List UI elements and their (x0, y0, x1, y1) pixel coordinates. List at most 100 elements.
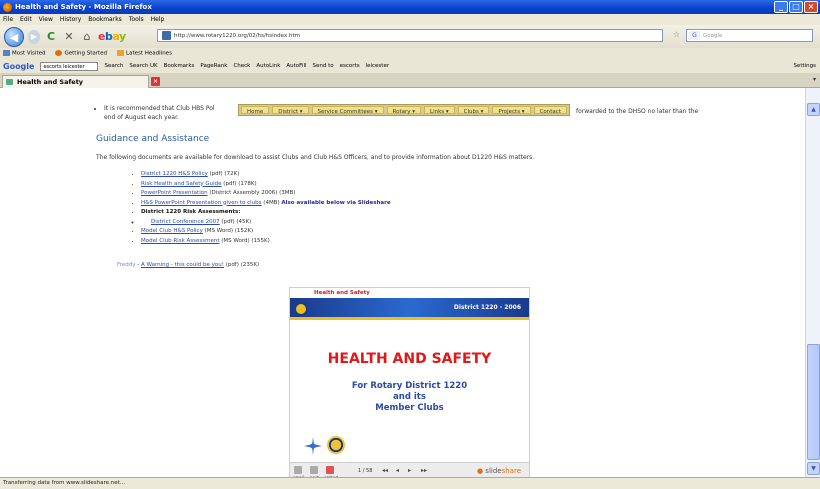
google-search-engine-icon[interactable]: G (689, 31, 700, 40)
bookmarks-toolbar: Most Visited Getting Started Latest Head… (0, 48, 820, 59)
gt-term-escorts[interactable]: escorts (340, 63, 360, 69)
back-button[interactable]: ◀ (4, 26, 24, 47)
gt-autolink[interactable]: AutoLink (256, 63, 280, 69)
list-item: Model Club Risk Assessment (MS Word) (15… (141, 237, 391, 247)
prev-slide-button[interactable]: ◂ (396, 467, 399, 474)
nav-rotary[interactable]: Rotary ▾ (386, 106, 421, 115)
minimize-button[interactable]: _ (774, 1, 788, 13)
bookmark-star-icon[interactable]: ☆ (673, 30, 680, 39)
gt-term-leicester[interactable]: leicester (366, 63, 390, 69)
gt-search[interactable]: Search (104, 63, 123, 69)
nav-contact[interactable]: Contact (533, 106, 567, 115)
doc-link[interactable]: Risk Health and Safety Guide (141, 181, 222, 187)
next-slide-button[interactable]: ▸ (408, 467, 411, 474)
gt-send-to[interactable]: Send to (313, 63, 334, 69)
gt-search-uk[interactable]: Search UK (129, 63, 157, 69)
tab-bar: Health and Safety × ▾ (0, 73, 820, 88)
slide-header: Health and Safety (290, 288, 529, 298)
sub-list-item: District Conference 2007 (pdf) (45K) (141, 218, 391, 228)
tab-favicon-icon (6, 79, 13, 85)
email-icon[interactable] (294, 466, 302, 474)
bookmark-getting-started[interactable]: Getting Started (55, 50, 107, 57)
nav-district[interactable]: District ▾ (272, 106, 309, 115)
google-toolbar-search[interactable]: escorts leicester (40, 61, 99, 71)
list-item: District 1220 H&S Policy (pdf) (72K) (141, 170, 391, 180)
menu-tools[interactable]: Tools (129, 16, 144, 23)
window-controls: _ □ × (774, 1, 818, 13)
list-item: District 1220 Risk Assessments: District… (141, 208, 391, 227)
nav-home[interactable]: Home (241, 106, 270, 115)
menu-bookmarks[interactable]: Bookmarks (88, 16, 122, 23)
list-item: H&S PowerPoint Presentation given to clu… (141, 199, 391, 209)
tab-list-icon[interactable]: ▾ (813, 76, 816, 83)
nav-projects[interactable]: Projects ▾ (492, 106, 531, 115)
menu-file[interactable]: File (3, 16, 13, 23)
menu-view[interactable]: View (39, 16, 53, 23)
gt-check[interactable]: Check (233, 63, 250, 69)
menu-edit[interactable]: Edit (20, 16, 32, 23)
window-titlebar: Health and Safety - Mozilla Firefox _ □ … (0, 0, 820, 14)
bookmark-most-visited[interactable]: Most Visited (3, 50, 45, 57)
gt-pagerank[interactable]: PageRank (200, 63, 227, 69)
tab-close-icon[interactable]: × (151, 77, 160, 86)
stop-icon[interactable]: ✕ (62, 30, 76, 43)
most-visited-icon (3, 50, 10, 57)
gt-settings[interactable]: Settings (793, 63, 816, 69)
doc-link[interactable]: Model Club Risk Assessment (141, 238, 220, 244)
search-box[interactable]: G Google (686, 29, 813, 42)
first-slide-button[interactable]: ◂◂ (382, 467, 388, 474)
bookmark-latest-headlines[interactable]: Latest Headlines (117, 50, 172, 57)
firefox-icon (3, 2, 12, 12)
doc-link[interactable]: PowerPoint Presentation (141, 190, 208, 196)
search-placeholder: Google (703, 32, 723, 39)
menu-history[interactable]: History (60, 16, 81, 23)
post-icon[interactable] (310, 466, 318, 474)
doc-link[interactable]: Model Club H&S Policy (141, 228, 203, 234)
embed-icon[interactable] (326, 466, 334, 474)
google-toolbar: Google escorts leicester Search Search U… (0, 59, 820, 73)
gt-autofill[interactable]: AutoFill (286, 63, 306, 69)
rss-icon (117, 50, 125, 57)
freddy-warning: Freddy - A Warning - this could be you! … (117, 262, 260, 268)
vertical-scrollbar[interactable]: ▲ ▼ (805, 88, 820, 477)
nav-clubs[interactable]: Clubs ▾ (457, 106, 490, 115)
menu-help[interactable]: Help (151, 16, 165, 23)
site-favicon-icon (162, 31, 171, 40)
rotary-logo-icon (294, 302, 308, 316)
tab-health-and-safety[interactable]: Health and Safety × (2, 75, 160, 88)
ebay-logo-icon[interactable]: ebay (98, 30, 126, 43)
slide-band: District 1220 - 2006 (290, 298, 529, 320)
scrollbar-thumb[interactable] (807, 344, 820, 460)
url-text: http://www.rotary1220.org/02/hs/hsindex.… (174, 32, 300, 39)
intro-text: The following documents are available fo… (96, 154, 535, 161)
maximize-button[interactable]: □ (789, 1, 803, 13)
home-icon[interactable]: ⌂ (80, 30, 94, 43)
slide-title: HEALTH AND SAFETY (327, 351, 492, 367)
reload-icon[interactable]: C (44, 30, 58, 43)
scroll-down-icon[interactable]: ▼ (807, 462, 820, 475)
slideshare-logo[interactable]: ● slideshare (477, 467, 521, 475)
rotary-wheel-icon (327, 436, 345, 454)
slide-controls: email post embed 1 / 58 ◂◂ ◂ ▸ ▸▸ ● slid… (290, 462, 529, 477)
page-heading: Guidance and Assistance (96, 134, 210, 144)
close-button[interactable]: × (804, 1, 818, 13)
nav-service-committees[interactable]: Service Committees ▾ (311, 106, 384, 115)
top-bullet: It is recommended that Club HBS Polend o… (104, 104, 244, 122)
last-slide-button[interactable]: ▸▸ (421, 467, 427, 474)
slideshare-embed[interactable]: Health and Safety District 1220 - 2006 H… (289, 287, 530, 477)
slide-district: District 1220 - 2006 (453, 304, 521, 311)
window-title: Health and Safety - Mozilla Firefox (15, 3, 152, 11)
menu-bar: File Edit View History Bookmarks Tools H… (0, 14, 820, 25)
site-navigation: Home District ▾ Service Committees ▾ Rot… (238, 104, 570, 116)
scroll-up-icon[interactable]: ▲ (807, 103, 820, 116)
forward-button[interactable]: ▶ (28, 29, 40, 44)
doc-link[interactable]: H&S PowerPoint Presentation given to clu… (141, 200, 262, 206)
gt-bookmarks[interactable]: Bookmarks (164, 63, 195, 69)
star-emblem-icon (304, 437, 322, 455)
doc-link[interactable]: District 1220 H&S Policy (141, 171, 208, 177)
warning-link[interactable]: A Warning - this could be you! (141, 262, 224, 268)
nav-links[interactable]: Links ▾ (424, 106, 455, 115)
url-bar[interactable]: http://www.rotary1220.org/02/hs/hsindex.… (157, 29, 663, 42)
status-bar: Transferring data from www.slideshare.ne… (0, 477, 820, 489)
doc-link[interactable]: District Conference 2007 (151, 219, 220, 225)
